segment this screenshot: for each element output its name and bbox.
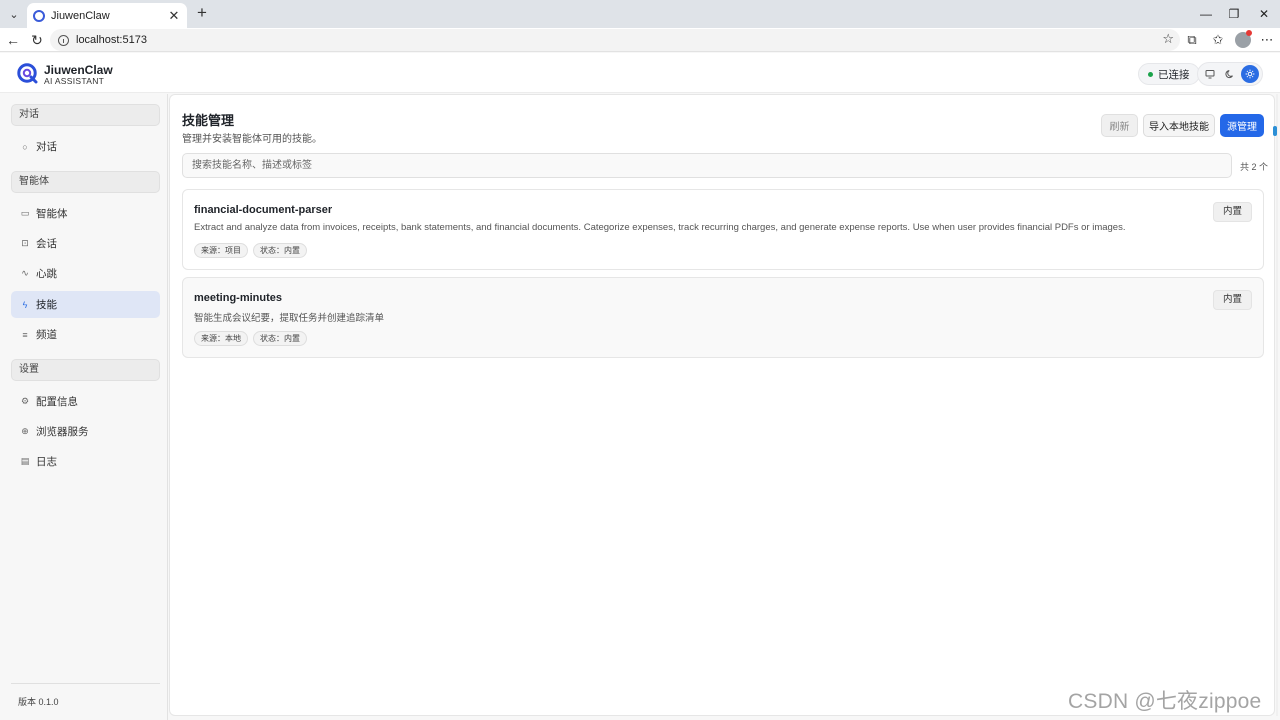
monitor-icon: ▭: [20, 208, 30, 218]
source-management-button[interactable]: 源管理: [1220, 114, 1264, 137]
tab-title: JiuwenClaw: [51, 9, 110, 22]
sidebar-divider: [11, 683, 160, 684]
connection-status-text: 已连接: [1158, 68, 1190, 81]
skill-tags: 来源：本地 状态：内置: [194, 331, 312, 346]
skill-name: financial-document-parser: [194, 204, 333, 216]
sidebar-item-label: 对话: [36, 141, 57, 153]
sidebar-item-skills[interactable]: ϟ 技能: [11, 291, 160, 318]
favorites-icon[interactable]: ✩: [1209, 31, 1227, 49]
sidebar-group-chat: 对话: [11, 104, 160, 126]
new-tab-plus-icon[interactable]: +: [193, 4, 211, 23]
brand-name: JiuwenClaw: [44, 63, 113, 77]
sidebar-item-logs[interactable]: ▤ 日志: [11, 448, 160, 475]
globe-icon: ⊕: [21, 426, 29, 436]
skill-name: meeting-minutes: [194, 292, 283, 304]
document-icon: ▤: [20, 456, 30, 466]
sidebar-item-chat[interactable]: ○ 对话: [11, 133, 160, 160]
sidebar-item-agent[interactable]: ▭ 智能体: [11, 200, 160, 227]
bookmark-star-icon[interactable]: ☆: [1162, 31, 1174, 47]
more-menu-icon[interactable]: ⋯: [1258, 31, 1276, 49]
tab-close-icon[interactable]: ✕: [167, 8, 181, 24]
site-info-icon[interactable]: [58, 34, 69, 46]
page-title: 技能管理: [182, 113, 235, 128]
extensions-puzzle-icon[interactable]: ⧉: [1183, 31, 1201, 49]
connection-status-badge: 已连接: [1138, 63, 1200, 85]
refresh-button[interactable]: 刷新: [1101, 114, 1138, 137]
sidebar-item-label: 配置信息: [36, 396, 78, 408]
builtin-badge: 内置: [1212, 290, 1252, 310]
sidebar-item-label: 智能体: [36, 208, 68, 220]
sidebar-item-label: 频道: [36, 329, 57, 341]
address-bar[interactable]: localhost:5173 ☆: [50, 29, 1180, 51]
builtin-badge: 内置: [1212, 202, 1252, 222]
chat-bubble-icon: ○: [22, 141, 28, 152]
skill-card[interactable]: financial-document-parser Extract and an…: [182, 189, 1264, 270]
skills-panel: 技能管理 管理并安装智能体可用的技能。 刷新 导入本地技能 源管理 共 2 个 …: [169, 94, 1275, 716]
system-theme-monitor-icon[interactable]: [1201, 65, 1219, 83]
sidebar: 对话 ○ 对话 智能体 ▭ 智能体 ⊡ 会话 ∿ 心跳 ϟ 技能 ≡ 频道 设置…: [2, 94, 168, 720]
sidebar-item-label: 日志: [36, 456, 57, 468]
version-label: 版本 0.1.0: [18, 697, 59, 707]
close-window-icon[interactable]: ✕: [1254, 5, 1274, 23]
sidebar-item-label: 会话: [36, 238, 57, 250]
theme-switcher: [1197, 62, 1263, 86]
import-local-skill-button[interactable]: 导入本地技能: [1143, 114, 1215, 137]
status-dot-icon: [1148, 71, 1153, 77]
sidebar-item-heartbeat[interactable]: ∿ 心跳: [11, 260, 160, 287]
reload-icon[interactable]: ↻: [28, 31, 46, 49]
sidebar-group-agent: 智能体: [11, 171, 160, 193]
sidebar-item-browser-service[interactable]: ⊕ 浏览器服务: [11, 418, 160, 445]
sidebar-group-settings: 设置: [11, 359, 160, 381]
page-scrollbar[interactable]: [1276, 94, 1278, 716]
skill-tags: 来源：项目 状态：内置: [194, 243, 312, 258]
jiuwenclaw-logo-icon: [17, 63, 38, 84]
dark-theme-moon-icon[interactable]: [1221, 65, 1239, 83]
browser-toolbar: ← ↻ localhost:5173 ☆ ⧉ ✩ ⋯: [0, 28, 1280, 52]
gear-icon: ⚙: [20, 396, 30, 406]
source-tag: 来源：本地: [194, 331, 248, 346]
back-arrow-icon[interactable]: ←: [4, 31, 22, 49]
sidebar-item-label: 技能: [36, 299, 57, 311]
source-tag: 来源：项目: [194, 243, 248, 258]
sidebar-item-session[interactable]: ⊡ 会话: [11, 230, 160, 257]
tab-search-chevron-icon[interactable]: ⌄: [4, 4, 24, 24]
skill-count: 共 2 个: [1240, 162, 1269, 172]
list-icon: ≡: [22, 329, 28, 340]
skill-description: 智能生成会议纪要，提取任务并创建追踪清单: [194, 313, 385, 324]
watermark-text: CSDN @七夜zippoe: [1068, 690, 1262, 713]
sidebar-item-channels[interactable]: ≡ 频道: [11, 321, 160, 348]
tab-favicon-icon: [33, 9, 45, 22]
profile-notification-dot: [1246, 30, 1252, 36]
status-tag: 状态：内置: [253, 331, 307, 346]
minimize-window-icon[interactable]: —: [1196, 5, 1216, 23]
sidebar-item-label: 心跳: [36, 268, 57, 280]
brand-subtitle: AI ASSISTANT: [44, 76, 105, 86]
lightning-icon: ϟ: [22, 299, 28, 310]
app-header: JiuwenClaw AI ASSISTANT 已连接: [0, 53, 1280, 93]
skill-card[interactable]: meeting-minutes 智能生成会议纪要，提取任务并创建追踪清单 来源：…: [182, 277, 1264, 358]
restore-window-icon[interactable]: ❐: [1224, 5, 1244, 23]
scrollbar-thumb[interactable]: [1273, 126, 1277, 136]
skill-description: Extract and analyze data from invoices, …: [194, 222, 1126, 233]
browser-tab[interactable]: JiuwenClaw ✕: [27, 3, 187, 28]
page-subtitle: 管理并安装智能体可用的技能。: [182, 134, 322, 145]
light-theme-sun-icon[interactable]: [1241, 65, 1259, 83]
skill-search-input[interactable]: [182, 153, 1232, 178]
url-text: localhost:5173: [76, 34, 147, 46]
session-icon: ⊡: [21, 238, 29, 248]
heartbeat-icon: ∿: [21, 268, 29, 278]
browser-tab-strip: ⌄ JiuwenClaw ✕ + — ❐ ✕: [0, 0, 1280, 28]
sidebar-item-label: 浏览器服务: [36, 426, 89, 438]
sidebar-item-config[interactable]: ⚙ 配置信息: [11, 388, 160, 415]
status-tag: 状态：内置: [253, 243, 307, 258]
